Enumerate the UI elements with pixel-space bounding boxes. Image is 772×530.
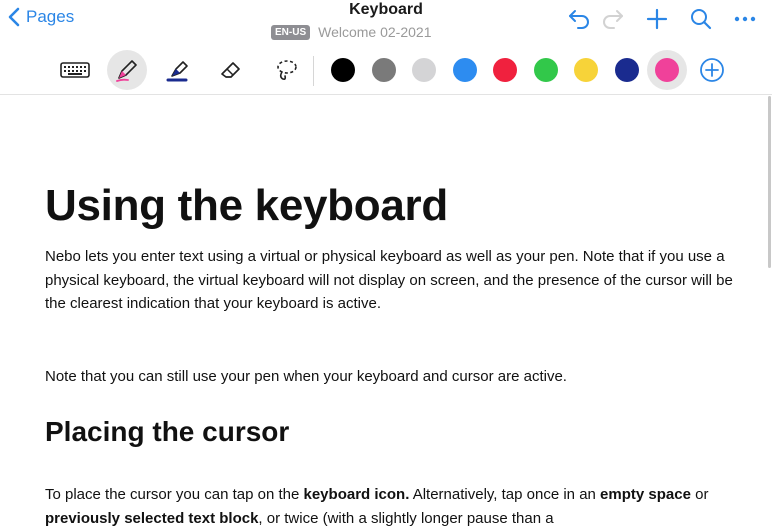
- add-color-button[interactable]: [692, 50, 732, 90]
- highlighter-icon: [166, 61, 188, 82]
- color-swatch-2[interactable]: [364, 50, 404, 90]
- undo-button[interactable]: [566, 6, 592, 32]
- toolbar-divider: [313, 56, 314, 86]
- top-bar: Pages Keyboard EN-US Welcome 02-2021: [0, 0, 772, 46]
- top-actions: [548, 6, 758, 32]
- search-icon: [691, 9, 712, 30]
- plus-circle-icon: [700, 58, 724, 82]
- undo-icon: [569, 10, 589, 29]
- color-swatch-7[interactable]: [566, 50, 606, 90]
- redo-icon: [603, 10, 623, 29]
- more-icon: [734, 16, 756, 22]
- bold-empty-space: empty space: [600, 486, 691, 503]
- add-button[interactable]: [644, 6, 670, 32]
- bold-keyboard-icon: keyboard icon.: [303, 486, 410, 503]
- color-swatch-8[interactable]: [607, 50, 647, 90]
- color-dot: [371, 58, 396, 82]
- more-button[interactable]: [732, 6, 758, 32]
- color-swatch-5[interactable]: [485, 50, 525, 90]
- color-dot: [574, 58, 598, 82]
- eraser-icon: [221, 62, 240, 78]
- heading-placing-cursor: Placing the cursor: [45, 416, 290, 447]
- search-button[interactable]: [688, 6, 714, 32]
- lasso-icon: [277, 60, 297, 80]
- text-run: or: [690, 486, 709, 503]
- plus-icon: [646, 8, 668, 30]
- keyboard-tool[interactable]: [55, 50, 95, 90]
- eraser-tool[interactable]: [211, 50, 251, 90]
- lasso-tool[interactable]: [266, 50, 306, 90]
- color-swatch-9[interactable]: [647, 50, 687, 90]
- title-subline: EN-US Welcome 02-2021: [271, 24, 432, 40]
- color-dot: [533, 58, 558, 82]
- color-swatch-1[interactable]: [323, 50, 363, 90]
- color-swatch-3[interactable]: [404, 50, 444, 90]
- tool-bar: [0, 46, 772, 95]
- color-dot: [493, 58, 517, 82]
- highlighter-tool[interactable]: [159, 50, 199, 90]
- notebook-name: Welcome 02-2021: [318, 24, 432, 40]
- redo-button[interactable]: [600, 6, 626, 32]
- pen-icon: [116, 60, 137, 82]
- color-dot: [614, 58, 639, 82]
- heading-using-keyboard: Using the keyboard: [45, 181, 448, 230]
- pen-tool[interactable]: [107, 50, 147, 90]
- page-title[interactable]: Keyboard: [349, 1, 423, 18]
- language-badge[interactable]: EN-US: [271, 24, 311, 40]
- scrollbar[interactable]: [768, 96, 771, 268]
- text-run: To place the cursor you can tap on the: [45, 486, 304, 503]
- paragraph-pen-note: Note that you can still use your pen whe…: [45, 368, 567, 385]
- text-run: Alternatively, tap once in an: [409, 486, 601, 503]
- paragraph-placing-cursor: To place the cursor you can tap on the k…: [45, 483, 735, 530]
- paragraph-intro: Nebo lets you enter text using a virtual…: [45, 248, 733, 312]
- color-dot: [412, 58, 436, 82]
- color-swatch-4[interactable]: [445, 50, 485, 90]
- color-dot: [452, 58, 477, 82]
- color-dot: [655, 58, 679, 82]
- keyboard-icon: [60, 62, 90, 78]
- color-dot: [331, 58, 355, 82]
- color-swatch-6[interactable]: [526, 50, 566, 90]
